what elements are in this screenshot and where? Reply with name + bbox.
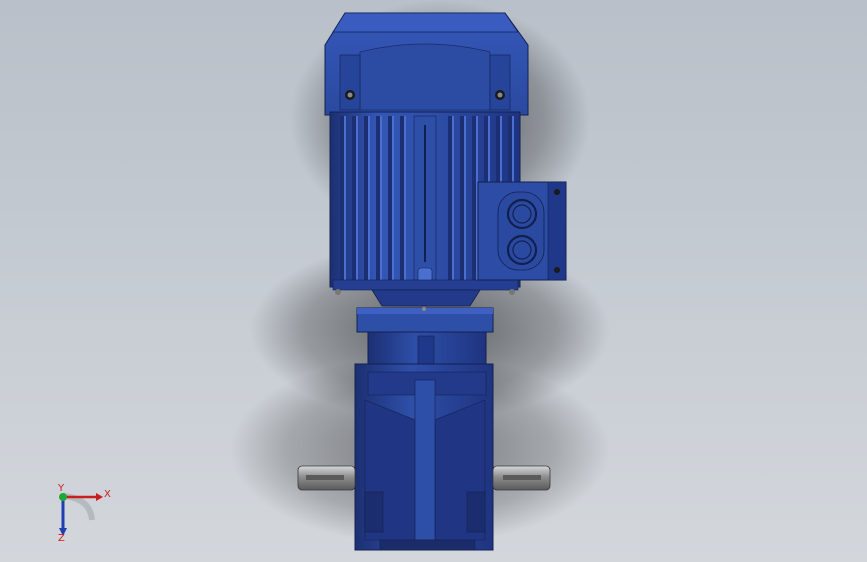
cooling-fin-highlight [464, 116, 466, 280]
x-axis-label: X [104, 489, 111, 500]
y-axis-label: Y [57, 483, 65, 494]
cooling-fin-highlight [380, 116, 382, 280]
output-shaft-right[interactable] [492, 465, 551, 491]
cooling-fin [364, 116, 368, 280]
cooling-fin [448, 116, 452, 280]
cooling-fin-highlight [368, 116, 370, 280]
cooling-fin [460, 116, 464, 280]
cooling-fin-highlight [404, 116, 406, 280]
cooling-fin [340, 116, 344, 280]
x-axis-arrowhead [96, 493, 103, 501]
cooling-fin [400, 116, 404, 280]
cooling-fin-highlight [356, 116, 358, 280]
gearbox-housing[interactable] [354, 331, 494, 551]
cooling-fin [472, 116, 476, 280]
cad-viewport[interactable]: X Y Z [0, 0, 867, 562]
z-axis-label: Z [58, 533, 65, 544]
gear-motor-model[interactable]: X Y Z [0, 0, 867, 562]
cooling-fin-highlight [392, 116, 394, 280]
motor-fan-cover[interactable] [324, 12, 529, 116]
axis-triad: X Y Z [57, 483, 111, 544]
cooling-fin [376, 116, 380, 280]
terminal-box[interactable] [477, 181, 567, 281]
cooling-fin [352, 116, 356, 280]
y-axis-marker [59, 493, 67, 501]
cooling-fin-highlight [344, 116, 346, 280]
output-shaft-left[interactable] [297, 465, 356, 491]
cooling-fin-highlight [452, 116, 454, 280]
cooling-fin [388, 116, 392, 280]
